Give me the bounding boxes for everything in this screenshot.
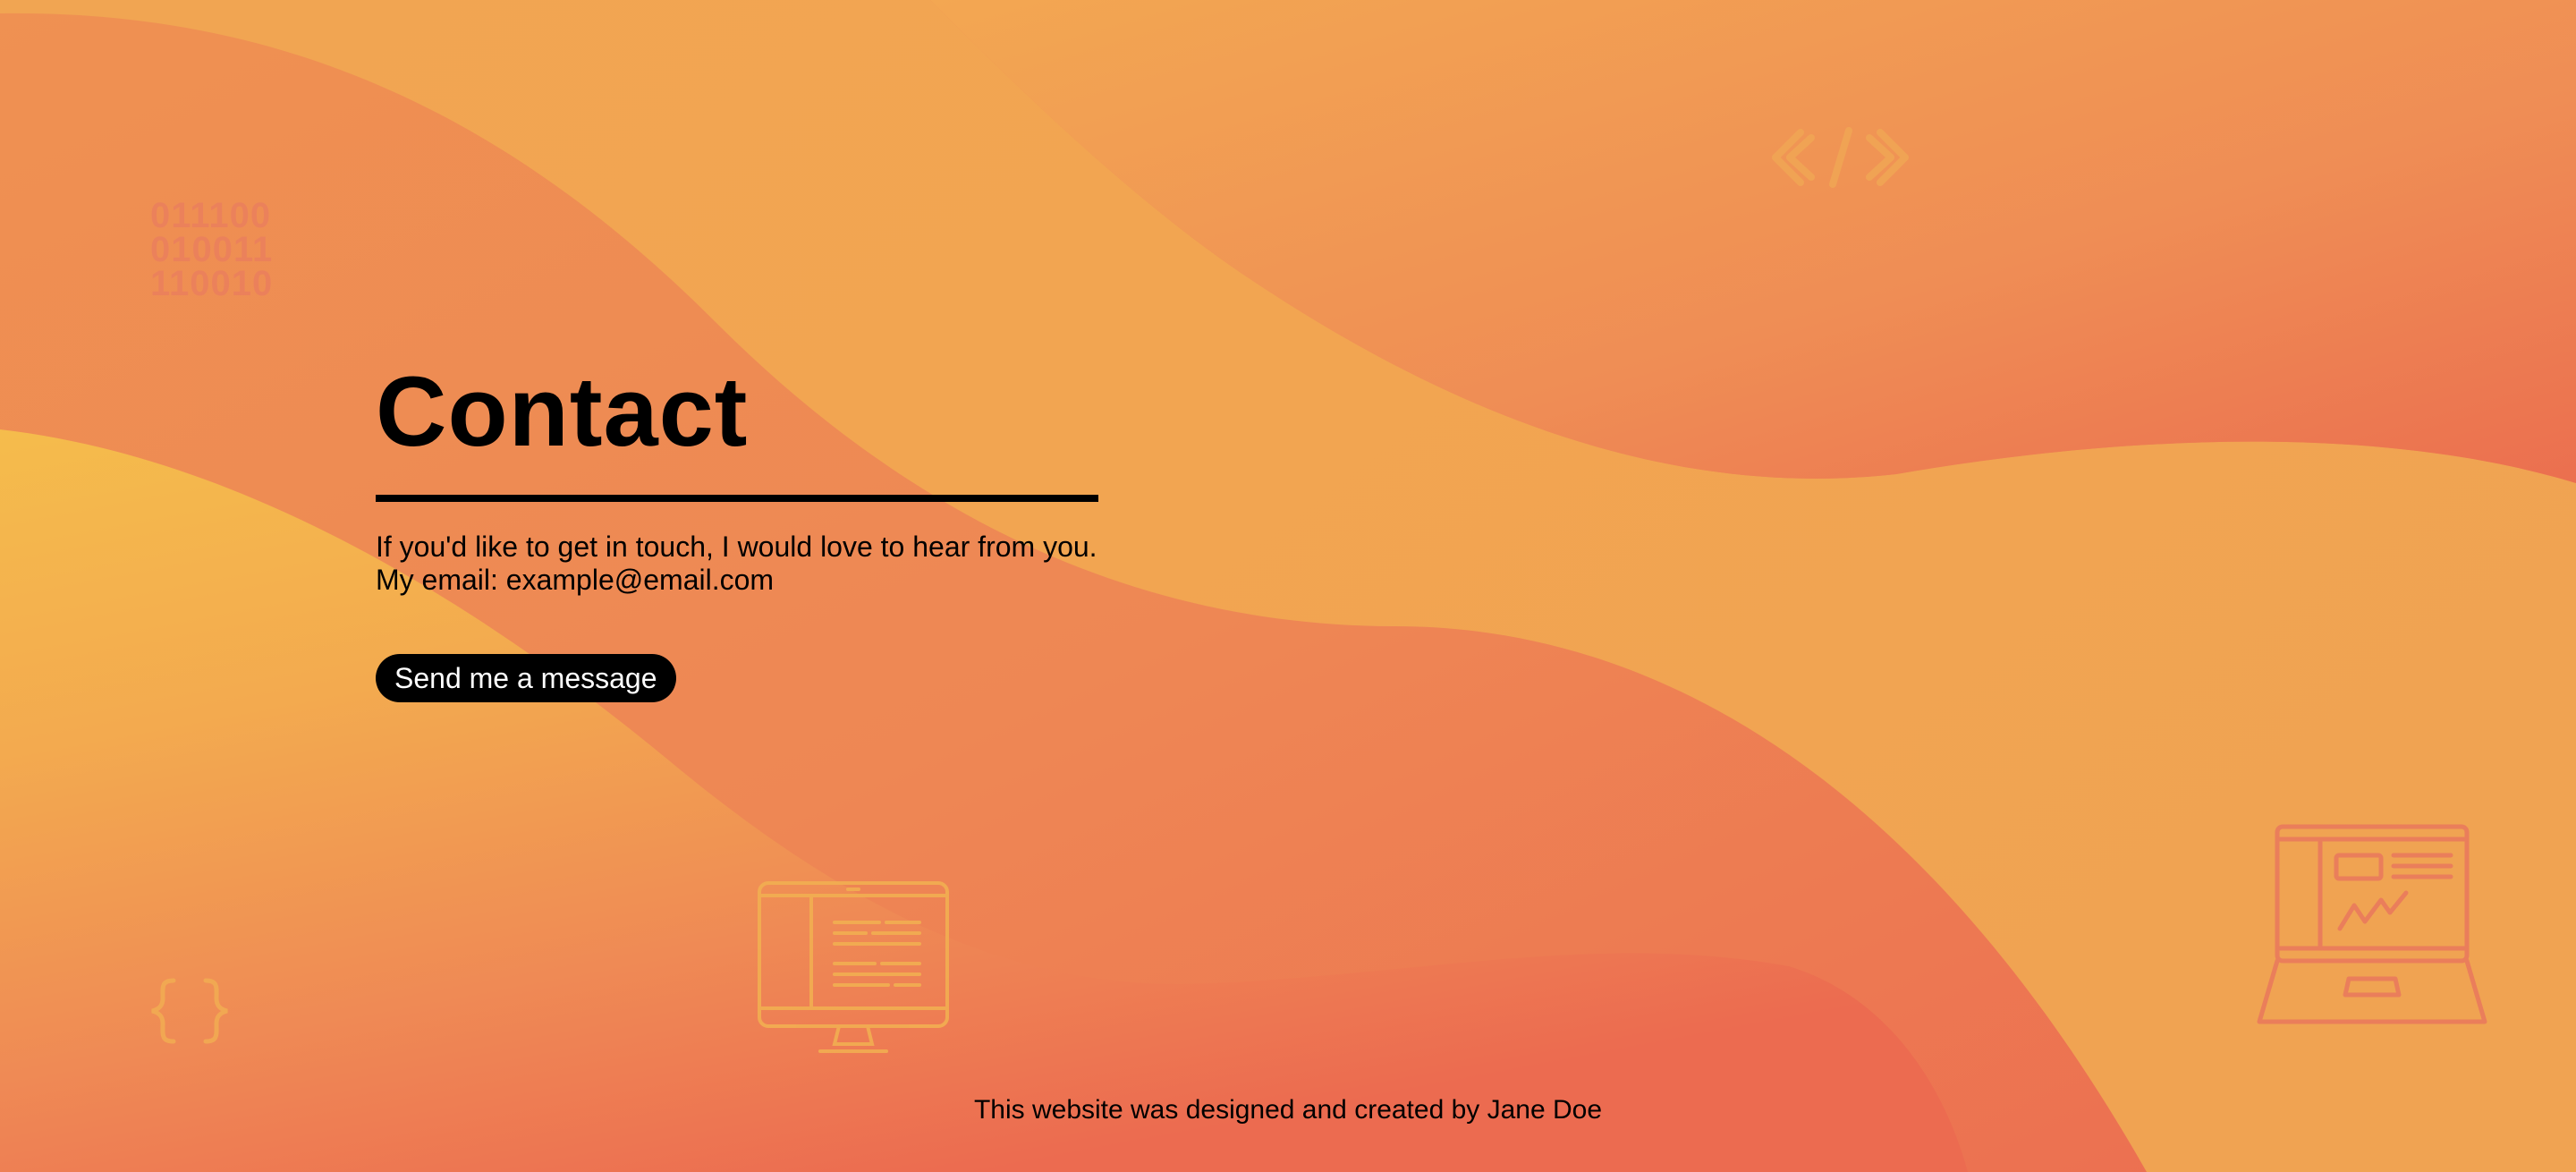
binary-row: 011100 <box>150 196 272 235</box>
email-text: My email: example@email.com <box>376 564 775 596</box>
curly-braces-icon <box>151 978 228 1044</box>
contact-section: Contact If you'd like to get in touch, I… <box>376 353 1109 702</box>
title-divider <box>376 495 1098 502</box>
send-message-button[interactable]: Send me a message <box>376 654 676 702</box>
page-title: Contact <box>376 357 749 467</box>
laptop-icon <box>2257 824 2487 1024</box>
intro-text: If you'd like to get in touch, I would l… <box>376 531 1097 563</box>
footer-credit: This website was designed and created by… <box>973 1095 1603 1125</box>
code-brackets-icon <box>1772 127 1909 188</box>
binary-row: 010011 <box>150 230 274 269</box>
binary-row: 110010 <box>150 264 274 303</box>
binary-digits-decoration: 011100 010011 110010 <box>150 196 274 303</box>
monitor-icon <box>758 881 949 1053</box>
contact-intro: If you'd like to get in touch, I would l… <box>376 531 1109 597</box>
